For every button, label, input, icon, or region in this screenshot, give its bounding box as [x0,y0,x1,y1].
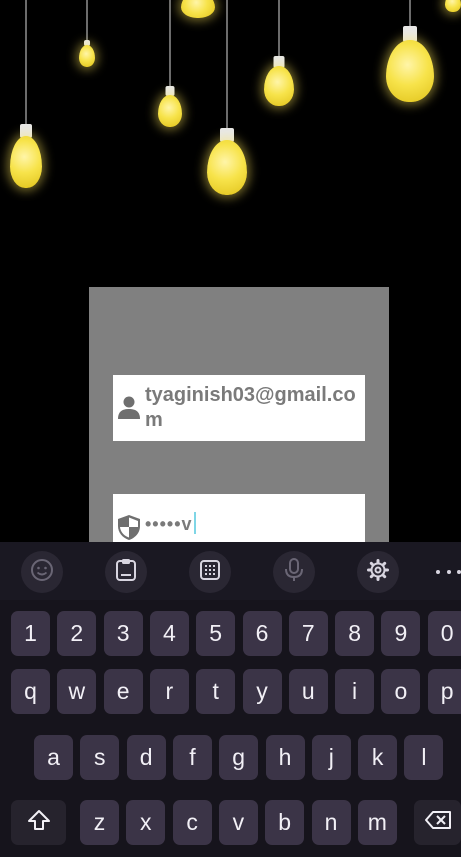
key-d[interactable]: d [126,735,166,780]
key-4[interactable]: 4 [149,611,189,656]
key-r[interactable]: r [149,669,189,714]
key-7[interactable]: 7 [288,611,328,656]
key-v[interactable]: v [218,800,258,845]
password-value: •••••v [145,514,193,534]
login-card: tyaginish03@gmail.com •••••v [89,287,389,557]
key-e[interactable]: e [103,669,143,714]
microphone-button[interactable] [273,551,315,593]
shift-key[interactable] [11,800,66,845]
key-q[interactable]: q [11,669,50,714]
bulb-icon [79,0,95,70]
bulb-icon [10,0,42,195]
key-p[interactable]: p [427,669,461,714]
key-b[interactable]: b [265,800,305,845]
more-icon[interactable] [436,560,461,584]
key-w[interactable]: w [57,669,97,714]
key-t[interactable]: t [196,669,236,714]
key-3[interactable]: 3 [103,611,143,656]
clipboard-icon [115,558,137,587]
key-m[interactable]: m [357,800,397,845]
key-9[interactable]: 9 [381,611,421,656]
key-u[interactable]: u [288,669,328,714]
screen: tyaginish03@gmail.com •••••v 1 2 3 4 5 6… [0,0,461,857]
key-l[interactable]: l [404,735,444,780]
emoji-button[interactable] [21,551,63,593]
person-icon [113,375,145,419]
shield-icon [113,494,145,541]
key-j[interactable]: j [311,735,351,780]
text-cursor [193,512,196,534]
clipboard-button[interactable] [105,551,147,593]
key-k[interactable]: k [358,735,398,780]
bulb-icon [263,0,295,110]
backspace-key[interactable] [414,800,461,845]
key-y[interactable]: y [242,669,282,714]
key-f[interactable]: f [172,735,212,780]
key-c[interactable]: c [172,800,212,845]
bulb-icon [385,0,435,105]
microphone-icon [284,557,304,587]
key-i[interactable]: i [335,669,375,714]
key-x[interactable]: x [126,800,166,845]
bulb-icon [444,0,461,16]
key-2[interactable]: 2 [57,611,97,656]
email-value: tyaginish03@gmail.com [145,384,356,431]
soft-keyboard: 1234567890 qwertyuiop asdfghjkl zxcvbnm [0,542,461,857]
key-o[interactable]: o [381,669,421,714]
gear-icon [366,558,390,587]
settings-button[interactable] [357,551,399,593]
email-field[interactable]: tyaginish03@gmail.com [113,375,365,441]
key-g[interactable]: g [219,735,259,780]
keyboard-toolbar [0,542,461,600]
key-1[interactable]: 1 [11,611,50,656]
key-z[interactable]: z [80,800,119,845]
key-6[interactable]: 6 [242,611,282,656]
emoji-icon [30,558,54,587]
keypad-button[interactable] [189,551,231,593]
bulb-icon [206,0,248,200]
key-n[interactable]: n [311,800,351,845]
key-0[interactable]: 0 [427,611,461,656]
key-5[interactable]: 5 [196,611,236,656]
shift-icon [27,809,51,837]
password-input[interactable]: •••••v [145,494,196,536]
backspace-icon [424,809,452,836]
bulb-icon [158,0,182,130]
keypad-icon [199,559,221,586]
key-s[interactable]: s [80,735,120,780]
key-8[interactable]: 8 [335,611,375,656]
key-h[interactable]: h [265,735,305,780]
key-a[interactable]: a [34,735,73,780]
